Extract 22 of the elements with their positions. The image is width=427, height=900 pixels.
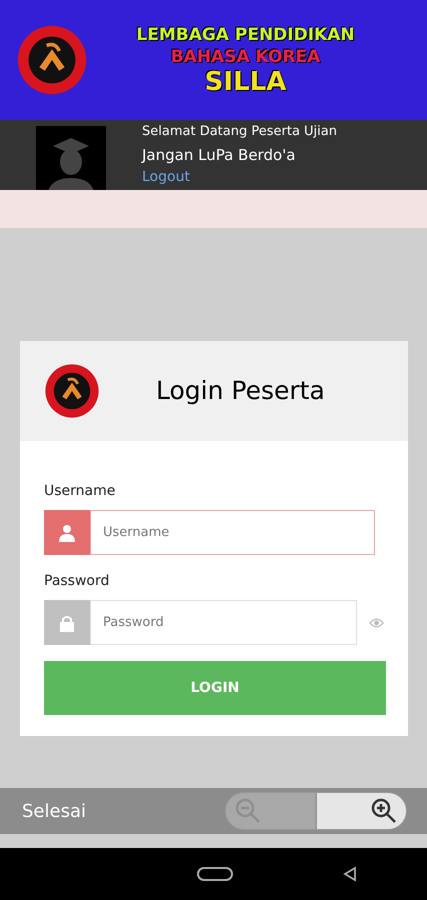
lock-icon xyxy=(58,614,76,632)
username-field[interactable]: Username xyxy=(90,510,375,555)
field-label: Password xyxy=(44,572,110,591)
done-button[interactable]: Selesai xyxy=(22,798,86,824)
logo-icon xyxy=(44,363,100,419)
login-button[interactable]: LOGIN xyxy=(44,661,386,715)
banner-title: BAHASA KOREA xyxy=(170,46,320,68)
card-title: Login Peserta xyxy=(156,375,325,408)
zoom-in-icon xyxy=(370,797,398,825)
zoom-out-icon xyxy=(234,797,262,825)
logo-icon xyxy=(16,24,88,96)
password-field[interactable]: Password xyxy=(90,600,357,645)
home-button[interactable] xyxy=(197,867,233,881)
field-label: Username xyxy=(44,482,116,501)
zoom-in-button[interactable] xyxy=(316,792,407,830)
logout-link[interactable]: Logout xyxy=(142,168,190,186)
user-icon xyxy=(58,524,76,542)
banner-title: LEMBAGA PENDIDIKAN xyxy=(136,24,355,46)
reminder-text: Jangan LuPa Berdo'a xyxy=(142,145,296,166)
greeting-text: Selamat Datang Peserta Ujian xyxy=(142,123,337,141)
back-icon[interactable] xyxy=(343,866,357,882)
banner-title: SILLA xyxy=(204,68,286,96)
